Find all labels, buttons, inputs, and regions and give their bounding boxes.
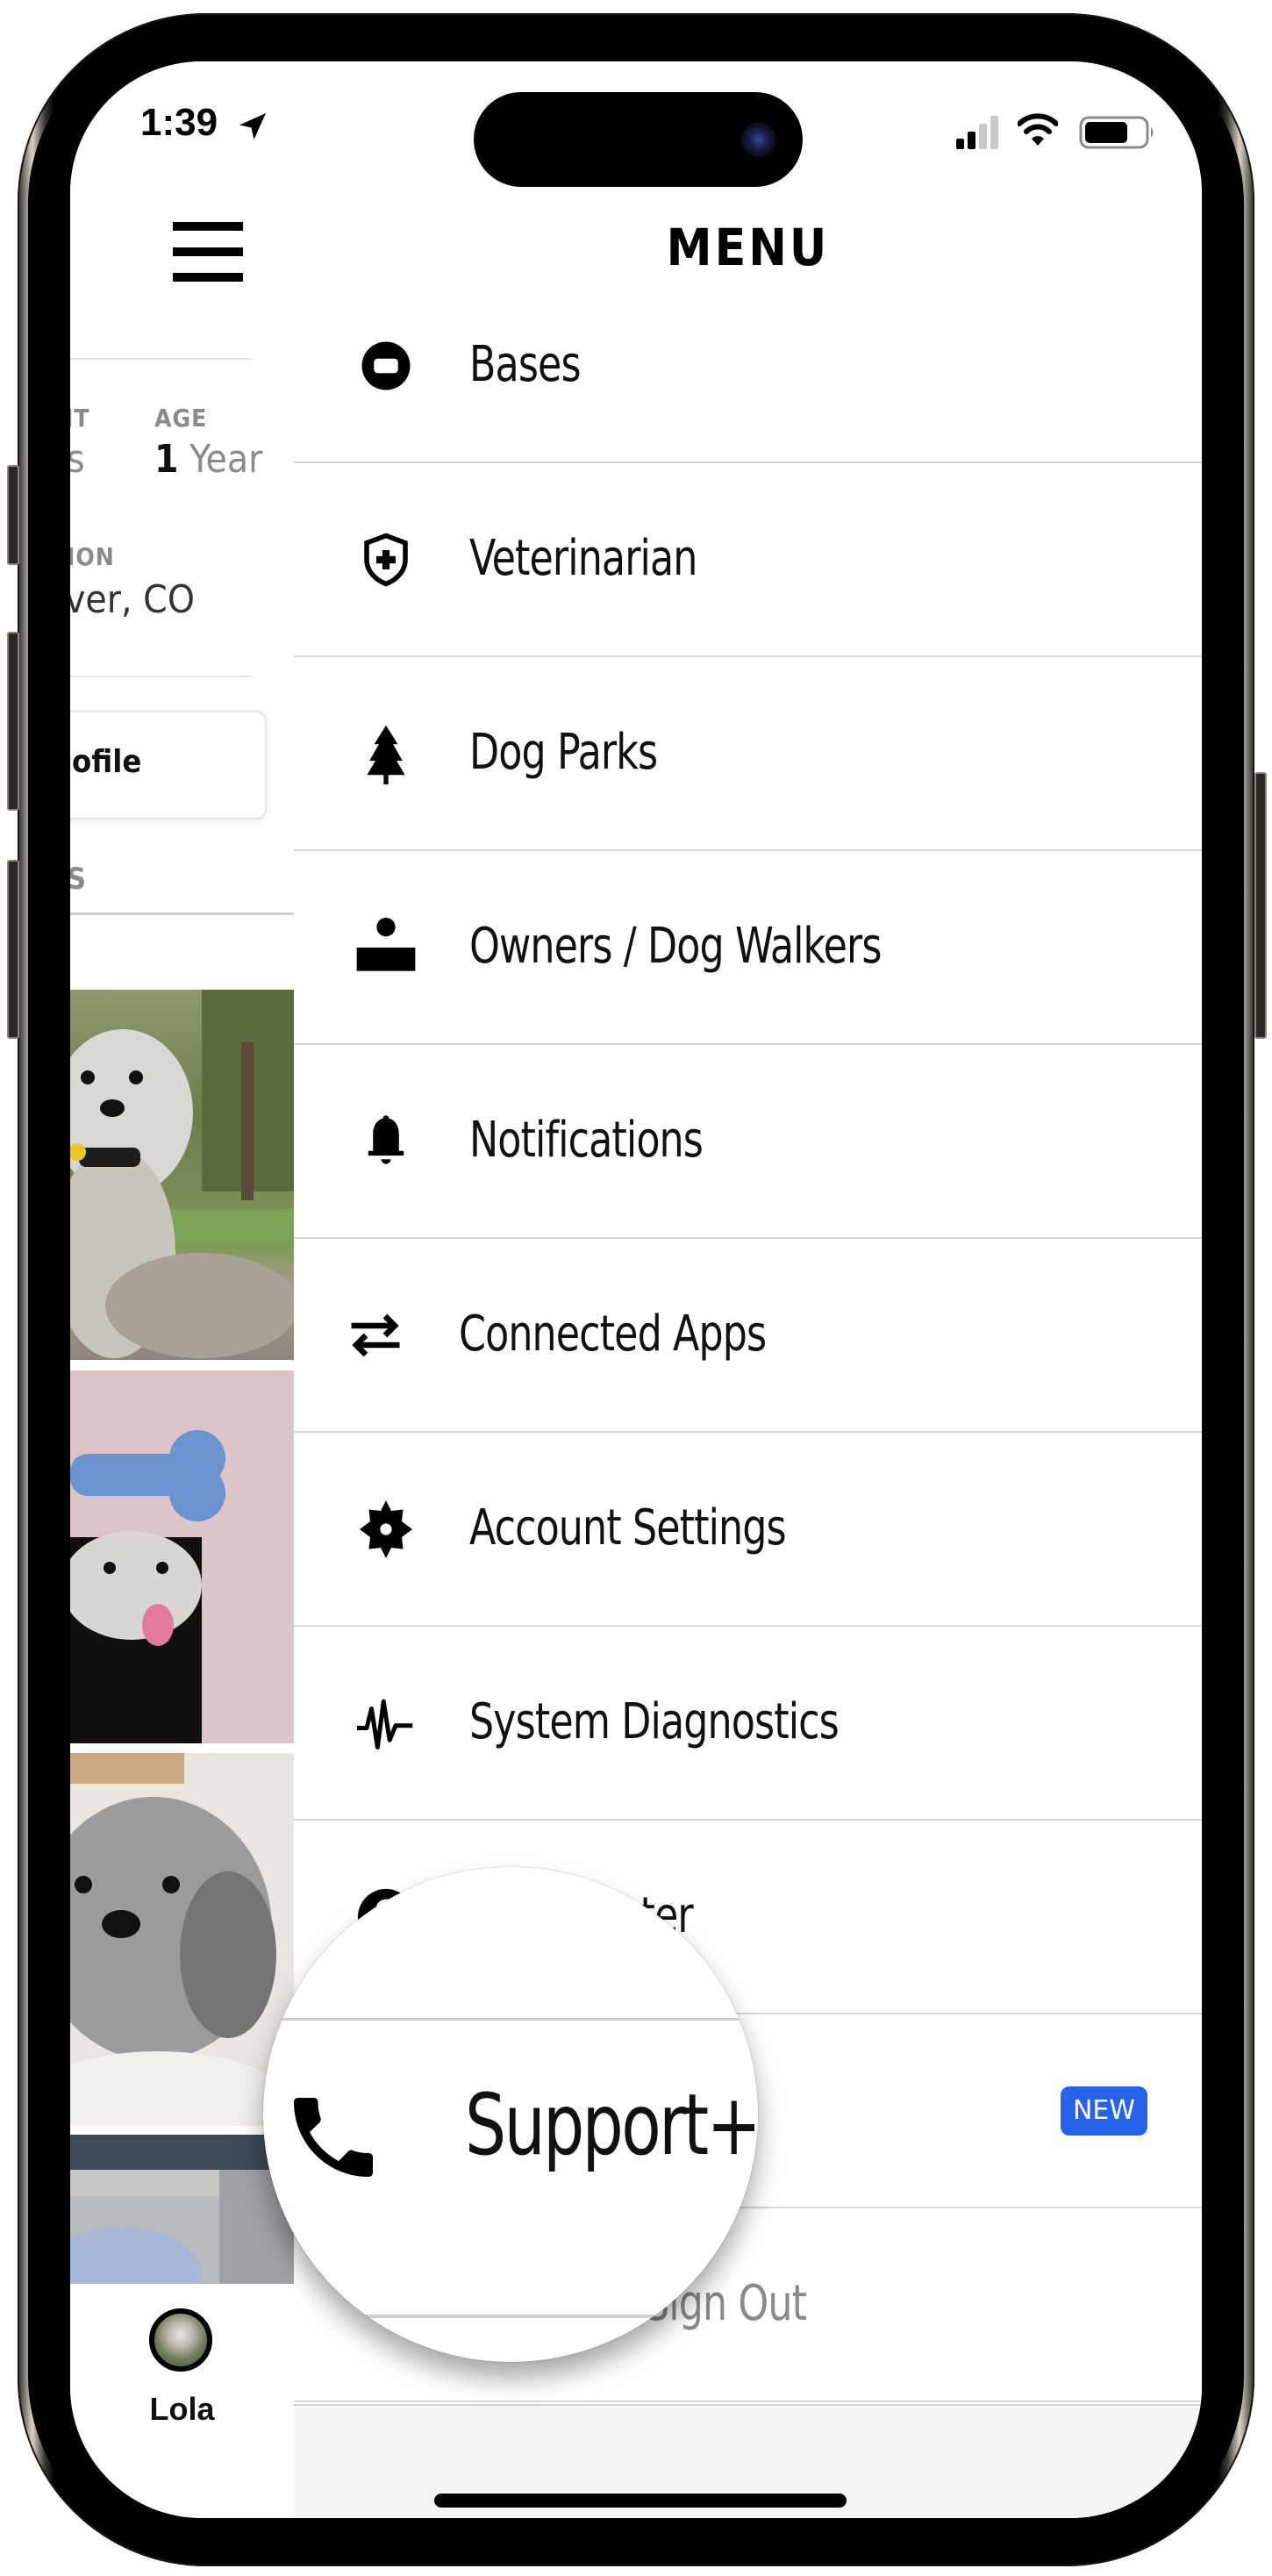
location-value: ver, CO	[70, 577, 195, 622]
wifi-icon	[1018, 113, 1058, 146]
stat-label-age: AGE	[154, 404, 208, 433]
section-divider	[70, 912, 294, 915]
divider	[263, 2315, 758, 2318]
dog-photo-doghouse[interactable]	[70, 1370, 294, 1743]
section-label: S	[70, 862, 88, 897]
tab-label: Lola	[149, 2391, 215, 2427]
menu-item-account-settings[interactable]: Account Settings	[294, 1433, 1202, 1627]
menu-item-notifications[interactable]: Notifications	[294, 1045, 1202, 1239]
battery-icon	[1079, 116, 1154, 149]
menu-item-label: Dog Parks	[469, 723, 658, 781]
divider	[263, 2018, 758, 2021]
gear-icon	[347, 1490, 425, 1569]
stat-value-age: 1 Year	[154, 437, 262, 482]
age-unit: Year	[189, 437, 263, 482]
menu-item-label: System Diagnostics	[469, 1692, 840, 1750]
tree-icon	[347, 714, 425, 793]
cellular-signal-icon	[956, 116, 998, 149]
menu-item-owners-dog-walkers[interactable]: Owners / Dog Walkers	[294, 851, 1202, 1045]
menu-item-label: Bases	[469, 335, 582, 393]
dynamic-island	[474, 92, 803, 187]
menu-item-label: Account Settings	[469, 1499, 787, 1556]
stat-label-weight: IT	[70, 404, 90, 433]
tab-lola[interactable]: Lola	[105, 2294, 259, 2435]
menu-item-label: Owners / Dog Walkers	[469, 917, 882, 975]
profile-panel: IT s AGE 1 Year ION ver, CO ofile S	[70, 61, 294, 2518]
magnifier-callout: Support+	[263, 1867, 758, 2362]
bell-icon	[347, 1102, 425, 1181]
pulse-icon	[347, 1684, 425, 1763]
dog-photo-park[interactable]	[70, 990, 294, 1360]
phone-screen: IT s AGE 1 Year ION ver, CO ofile S	[70, 61, 1202, 2518]
status-time: 1:39	[140, 101, 218, 144]
new-badge: NEW	[1060, 2086, 1147, 2136]
menu-item-veterinarian[interactable]: Veterinarian	[294, 463, 1202, 657]
edit-profile-button[interactable]: ofile	[70, 711, 267, 819]
phone-icon	[294, 2098, 373, 2177]
avatar	[149, 2308, 212, 2372]
menu-title: MENU	[666, 218, 830, 277]
base-icon	[347, 326, 425, 405]
home-indicator[interactable]	[434, 2494, 847, 2508]
swap-arrows-icon	[336, 1296, 415, 1375]
menu-item-label: Connected Apps	[459, 1305, 767, 1363]
hamburger-menu-icon[interactable]	[173, 222, 243, 282]
age-number: 1	[154, 437, 179, 482]
person-icon	[347, 908, 425, 987]
menu-item-dog-parks[interactable]: Dog Parks	[294, 657, 1202, 851]
power-button	[1254, 772, 1267, 1039]
menu-item-label: Veterinarian	[469, 529, 697, 587]
dog-photo-car[interactable]	[70, 2135, 294, 2284]
menu-item-connected-apps[interactable]: Connected Apps	[294, 1239, 1202, 1433]
stat-value-weight: s	[70, 437, 85, 482]
mute-switch	[7, 465, 19, 565]
location-arrow-icon	[239, 113, 266, 140]
menu-item-label: Notifications	[469, 1111, 704, 1169]
shield-plus-icon	[347, 520, 425, 599]
menu-item-system-diagnostics[interactable]: System Diagnostics	[294, 1627, 1202, 1821]
volume-up-button	[7, 632, 19, 811]
dog-photo-closeup[interactable]	[70, 1753, 294, 2126]
location-label: ION	[70, 542, 115, 571]
menu-item-bases[interactable]: Bases	[294, 269, 1202, 463]
divider	[70, 676, 252, 677]
volume-down-button	[7, 860, 19, 1039]
magnified-support-label: Support+	[465, 2076, 758, 2174]
divider	[70, 358, 252, 360]
front-camera	[741, 122, 776, 157]
